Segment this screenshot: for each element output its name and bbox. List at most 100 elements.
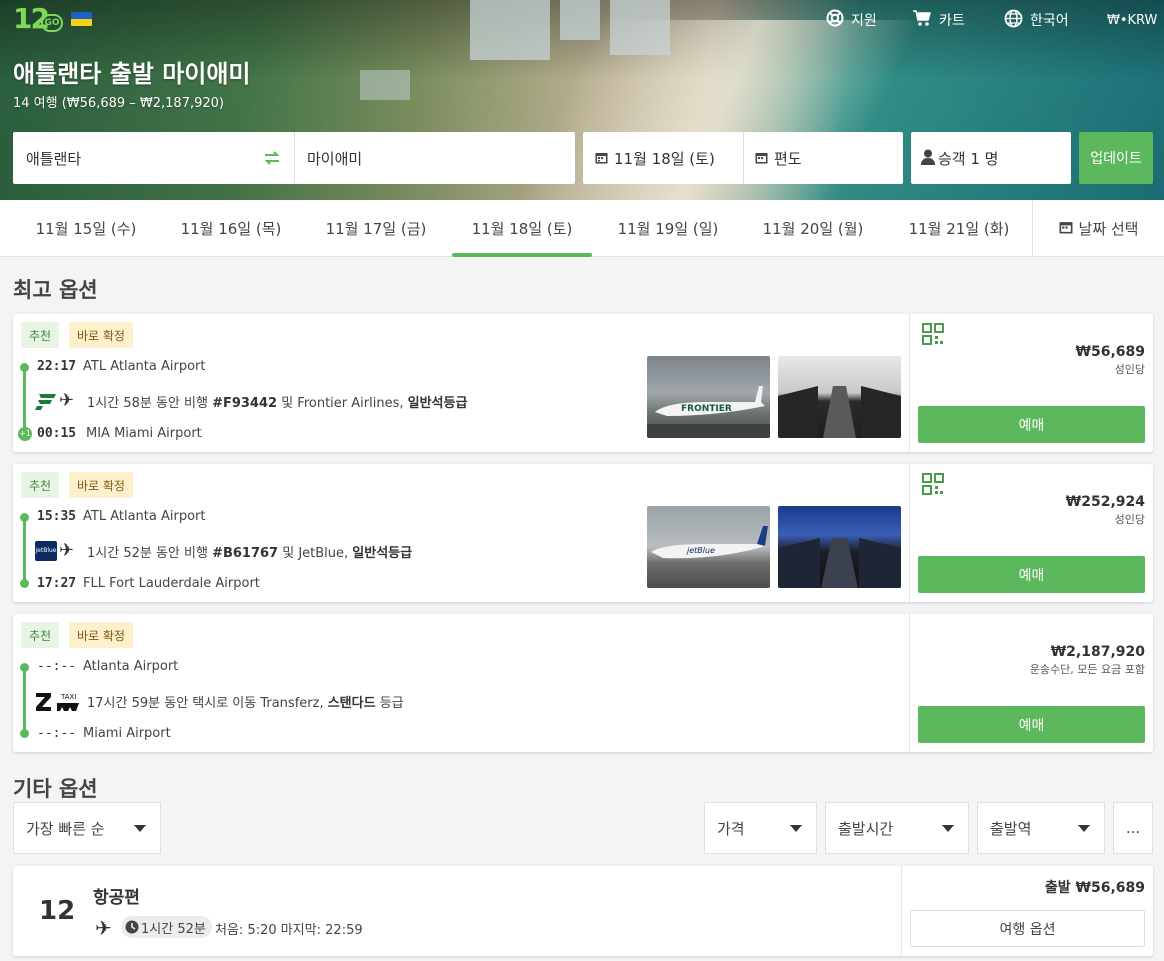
recommended-badge: 추천 [21, 322, 60, 348]
qr-ticket-icon [922, 323, 944, 345]
other-options-heading: 기타 옵션 [13, 777, 98, 801]
jetblue-logo-icon: jetBlue [35, 541, 57, 561]
book-button[interactable]: 예매 [918, 556, 1145, 593]
caret-down-icon [1078, 825, 1090, 832]
instant-confirm-badge: 바로 확정 [69, 322, 133, 348]
trip-card: 추천 바로 확정 --:-- Atlanta Airport TAXI 17시간… [13, 614, 1153, 752]
from-price: 출발 ₩56,689 [1044, 880, 1145, 896]
departure-date-field[interactable]: 11월 18일 (토) [595, 148, 715, 169]
svg-text:FRONTIER: FRONTIER [681, 404, 732, 414]
return-date-field[interactable]: 편도 [755, 148, 802, 169]
price: ₩2,187,920 [1050, 644, 1145, 660]
page-title: 애틀랜타 출발 마이애미 [13, 60, 251, 88]
price-unit: 성인당 [1114, 513, 1145, 526]
book-button[interactable]: 예매 [918, 706, 1145, 743]
lifebuoy-icon [826, 9, 844, 31]
date-fields: 11월 18일 (토) 편도 [583, 132, 903, 184]
hero-banner: 12 GO 지원 카트 한국어 ₩•KRW 애틀랜타 출발 마이애미 14 여행… [0, 0, 1164, 200]
date-tab[interactable]: 11월 15일 (수) [13, 200, 159, 257]
frontier-logo-icon [35, 391, 57, 411]
price-unit: 성인당 [1114, 363, 1145, 376]
cabin-photo[interactable] [778, 356, 901, 438]
departure-time: --:-- [37, 659, 77, 674]
logo-12go[interactable]: 12 GO [13, 2, 63, 36]
arrival-time: --:-- [37, 726, 77, 741]
departure-time: 22:17 [37, 359, 77, 374]
date-tab[interactable]: 11월 19일 (일) [595, 200, 741, 257]
zebra-taxi-logo-icon: TAXI [35, 691, 81, 711]
update-button[interactable]: 업데이트 [1079, 132, 1153, 184]
ukraine-flag-icon [71, 12, 92, 26]
date-tab[interactable]: 11월 20일 (월) [740, 200, 886, 257]
timeline [23, 516, 26, 584]
flight-summary-card[interactable]: 12 항공편 ✈ 1시간 52분 처음: 5:20 마지막: 22:59 출발 … [13, 866, 1153, 956]
plane-icon: ✈ [59, 540, 75, 561]
date-tab[interactable]: 11월 16일 (목) [158, 200, 304, 257]
arrival-time: 00:15 [37, 426, 77, 441]
currency-selector[interactable]: ₩•KRW [1107, 8, 1157, 32]
date-tab-active[interactable]: 11월 18일 (토) [449, 200, 595, 257]
price-filter[interactable]: 가격 [704, 802, 817, 854]
user-icon [921, 149, 935, 169]
caret-down-icon [942, 825, 954, 832]
instant-confirm-badge: 바로 확정 [69, 472, 133, 498]
aircraft-photo[interactable]: FRONTIER [647, 356, 770, 438]
departure-station-filter[interactable]: 출발역 [977, 802, 1105, 854]
plane-icon: ✈ [59, 390, 75, 411]
swap-icon[interactable] [263, 149, 281, 171]
aircraft-photo[interactable]: jetBlue [647, 506, 770, 588]
passengers-field[interactable]: 승객 1 명 [911, 132, 1071, 184]
from-field[interactable]: 애틀랜타 [26, 148, 81, 169]
plus-day-badge: +1 [18, 427, 32, 441]
first-last-departure: 처음: 5:20 마지막: 22:59 [215, 923, 363, 938]
recommended-badge: 추천 [21, 472, 60, 498]
globe-icon [1004, 9, 1023, 32]
duration-pill: 1시간 52분 [121, 916, 212, 938]
timeline [23, 666, 26, 734]
arrival-time: 17:27 [37, 576, 77, 591]
more-filters-button[interactable]: ... [1113, 802, 1153, 854]
clock-icon [125, 920, 139, 938]
book-button[interactable]: 예매 [918, 406, 1145, 443]
option-count: 12 [39, 896, 76, 926]
recommended-badge: 추천 [21, 622, 60, 648]
trip-options-button[interactable]: 여행 옵션 [910, 910, 1145, 947]
trip-count-subtitle: 14 여행 (₩56,689 – ₩2,187,920) [13, 96, 224, 111]
qr-ticket-icon [922, 473, 944, 495]
caret-down-icon [134, 825, 146, 832]
departure-place: ATL Atlanta Airport [83, 359, 206, 374]
calendar-icon [1059, 220, 1073, 238]
departure-place: Atlanta Airport [83, 659, 179, 674]
departure-time: 15:35 [37, 509, 77, 524]
date-picker-button[interactable]: 날짜 선택 [1032, 200, 1164, 257]
trip-description: 17시간 59분 동안 택시로 이동 Transferz, 스탠다드 등급 [87, 696, 404, 711]
best-options-heading: 최고 옵션 [13, 278, 98, 302]
sort-dropdown[interactable]: 가장 빠른 순 [13, 802, 161, 854]
timeline [23, 366, 26, 434]
date-tab[interactable]: 11월 21일 (화) [886, 200, 1032, 257]
calendar-icon [755, 150, 768, 168]
cart-link[interactable]: 카트 [912, 8, 965, 32]
cabin-photo[interactable] [778, 506, 901, 588]
transport-type: 항공편 [93, 888, 140, 908]
departure-place: ATL Atlanta Airport [83, 509, 206, 524]
price: ₩252,924 [1065, 494, 1145, 510]
arrival-place: FLL Fort Lauderdale Airport [83, 576, 260, 591]
route-fields: 애틀랜타 마이애미 [13, 132, 575, 184]
cart-icon [912, 9, 932, 31]
support-link[interactable]: 지원 [826, 8, 877, 32]
to-field[interactable]: 마이애미 [307, 148, 362, 169]
plane-icon: ✈ [95, 916, 112, 940]
trip-description: 1시간 52분 동안 비행 #B61767 및 JetBlue, 일반석등급 [87, 546, 413, 561]
departure-time-filter[interactable]: 출발시간 [825, 802, 969, 854]
arrival-place: Miami Airport [83, 726, 171, 741]
date-tabs: 11월 15일 (수) 11월 16일 (목) 11월 17일 (금) 11월 … [0, 200, 1164, 257]
price-unit: 운송수단, 모든 요금 포함 [1029, 663, 1145, 676]
language-selector[interactable]: 한국어 [1004, 8, 1069, 32]
instant-confirm-badge: 바로 확정 [69, 622, 133, 648]
date-tab[interactable]: 11월 17일 (금) [303, 200, 449, 257]
calendar-icon [595, 150, 608, 168]
price: ₩56,689 [1075, 344, 1145, 360]
svg-text:jetBlue: jetBlue [686, 546, 715, 555]
trip-description: 1시간 58분 동안 비행 #F93442 및 Frontier Airline… [87, 396, 468, 411]
